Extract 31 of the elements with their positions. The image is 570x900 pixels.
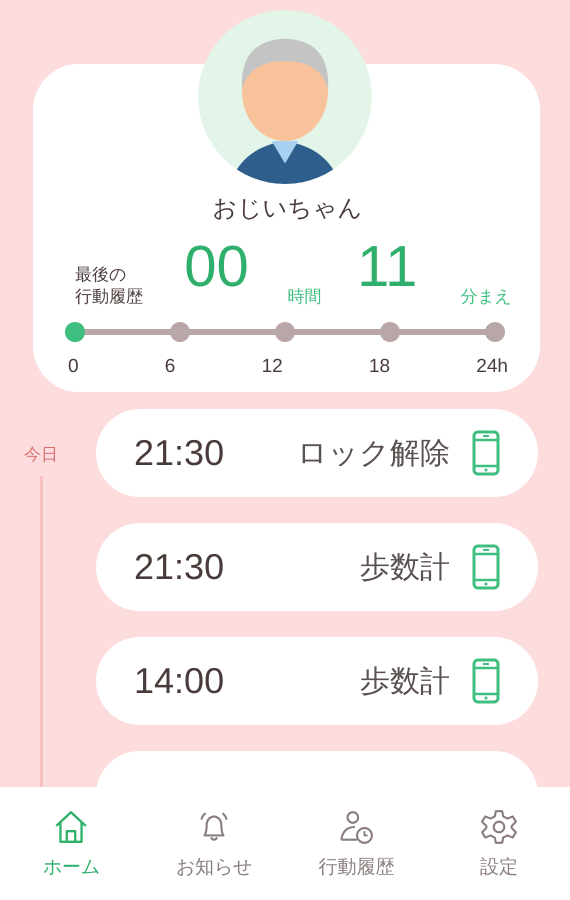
last-activity-label: 行動履歴 (75, 286, 144, 308)
nav-tab[interactable]: 設定 (434, 806, 564, 880)
entry-time: 21:30 (134, 432, 224, 474)
entry-time: 21:30 (134, 546, 224, 588)
nav-tab[interactable]: お知らせ (148, 806, 279, 880)
profile-name: おじいちゃん (212, 193, 364, 224)
entry-event: ロック解除 (297, 434, 450, 472)
minutes-unit: 分まえ (460, 286, 512, 308)
day-label: 今日 (24, 444, 59, 466)
hours-unit: 時間 (288, 286, 323, 308)
nav-tab[interactable]: ホーム (6, 806, 136, 880)
history-entry[interactable]: 21:30 歩数計 (96, 523, 538, 611)
entry-event: 歩数計 (360, 662, 450, 700)
tick-label: 6 (164, 356, 176, 378)
phone-icon (472, 658, 500, 704)
minutes-value: 11 (357, 238, 418, 296)
tick-label: 12 (262, 356, 283, 378)
history-entry[interactable]: 21:30 ロック解除 (96, 409, 538, 497)
hours-value: 00 (184, 238, 250, 296)
slider-thumb[interactable] (65, 322, 85, 342)
nav-tab[interactable]: 行動履歴 (291, 806, 422, 880)
entry-event: 歩数計 (360, 548, 450, 586)
tick-label: 24h (476, 356, 508, 378)
entry-time: 14:00 (134, 660, 224, 702)
phone-icon (472, 430, 500, 476)
last-activity-label: 最後の (75, 264, 127, 286)
tick-label: 0 (68, 356, 79, 378)
history-entry[interactable]: 14:00 歩数計 (96, 637, 538, 725)
tick-label: 18 (368, 356, 390, 378)
settings-icon (480, 808, 518, 846)
phone-icon (472, 544, 500, 590)
